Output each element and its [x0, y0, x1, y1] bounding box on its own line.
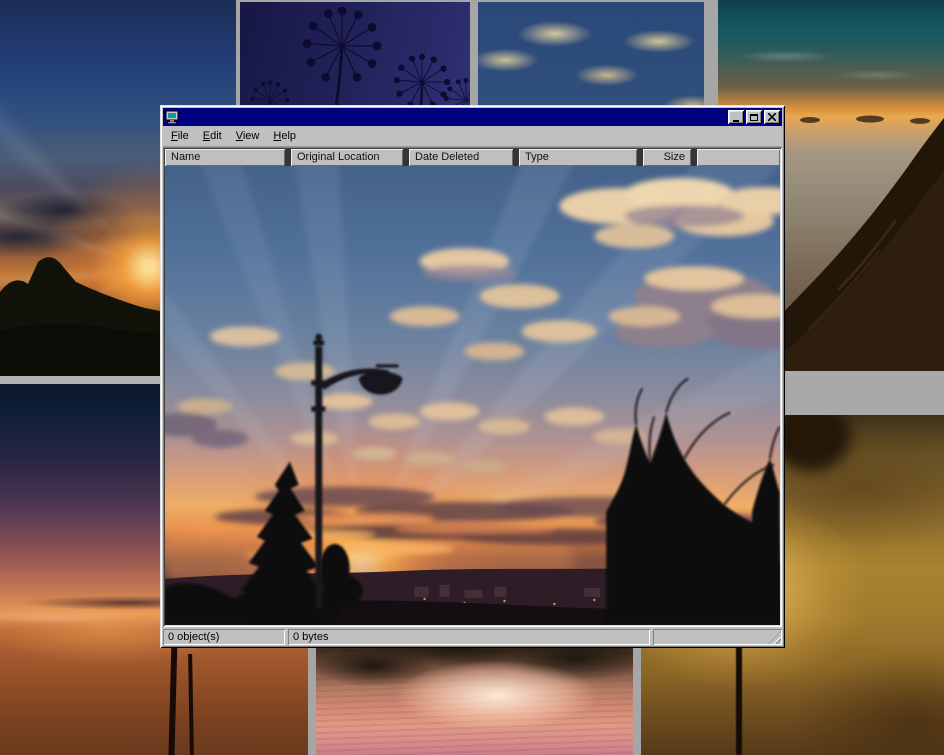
menu-help[interactable]: Help	[266, 128, 303, 145]
status-filler	[653, 629, 782, 645]
tree-stick-silhouette	[168, 638, 177, 755]
column-header-date-deleted[interactable]: Date Deleted	[409, 149, 513, 166]
close-button[interactable]	[764, 110, 780, 124]
desktop: File Edit View Help Name Original Locati…	[0, 0, 944, 755]
maximize-button[interactable]	[746, 110, 762, 124]
menu-file[interactable]: File	[164, 128, 196, 145]
column-headers: Name Original Location Date Deleted Type…	[165, 149, 780, 166]
tree-stick-silhouette	[188, 654, 194, 755]
column-header-type[interactable]: Type	[519, 149, 637, 166]
minimize-icon	[733, 120, 739, 122]
column-header-name[interactable]: Name	[165, 149, 285, 166]
status-object-count: 0 object(s)	[163, 629, 285, 645]
list-view: Name Original Location Date Deleted Type…	[163, 147, 782, 627]
resize-grip[interactable]	[768, 631, 781, 644]
column-header-size[interactable]: Size	[643, 149, 691, 166]
computer-icon	[165, 110, 179, 124]
menu-view[interactable]: View	[229, 128, 267, 145]
column-header-empty[interactable]	[697, 149, 780, 166]
pole-silhouette	[736, 637, 742, 755]
window-titlebar[interactable]	[163, 108, 782, 126]
close-icon	[768, 113, 776, 121]
menu-bar: File Edit View Help	[163, 126, 782, 147]
status-bar: 0 object(s) 0 bytes	[163, 627, 782, 645]
minimize-button[interactable]	[728, 110, 744, 124]
maximize-icon	[750, 114, 758, 121]
column-header-original-location[interactable]: Original Location	[291, 149, 403, 166]
status-size: 0 bytes	[288, 629, 650, 645]
recycle-bin-window: File Edit View Help Name Original Locati…	[160, 105, 785, 648]
sunset-lamp-scene	[165, 166, 780, 625]
menu-edit[interactable]: Edit	[196, 128, 229, 145]
content-photo-sunset	[165, 166, 780, 625]
